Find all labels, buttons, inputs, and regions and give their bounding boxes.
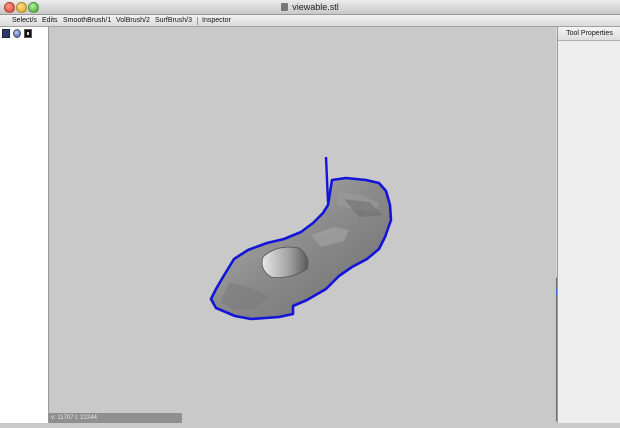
menu-surf-brush[interactable]: SurfBrush/3 <box>155 15 192 26</box>
document-icon <box>281 3 289 11</box>
sphere-tool-icon[interactable] <box>13 29 21 38</box>
mesh-render <box>209 156 393 321</box>
window-title-text: viewable.stl <box>292 2 339 12</box>
box-tool-icon[interactable] <box>24 29 32 38</box>
tool-palette <box>0 27 49 423</box>
menu-separator <box>197 17 198 25</box>
menu-vol-brush[interactable]: VolBrush/2 <box>116 15 150 26</box>
window-title: viewable.stl <box>0 0 620 14</box>
window-titlebar: viewable.stl <box>0 0 620 15</box>
select-tool-icon[interactable] <box>2 29 10 38</box>
menu-edits[interactable]: Edits <box>42 15 58 26</box>
boundary-spike <box>324 156 330 203</box>
tool-properties-panel: Tool Properties <box>557 27 620 423</box>
menu-smooth-brush[interactable]: SmoothBrush/1 <box>63 15 111 26</box>
3d-viewport[interactable]: v: 11707 t: 22244 <box>49 27 556 423</box>
menu-bar: Select/s Edits SmoothBrush/1 VolBrush/2 … <box>0 15 620 27</box>
status-bar: v: 11707 t: 22244 <box>49 413 182 423</box>
menu-inspector[interactable]: Inspector <box>202 15 231 26</box>
menu-select[interactable]: Select/s <box>12 15 37 26</box>
tool-properties-title: Tool Properties <box>558 27 620 41</box>
